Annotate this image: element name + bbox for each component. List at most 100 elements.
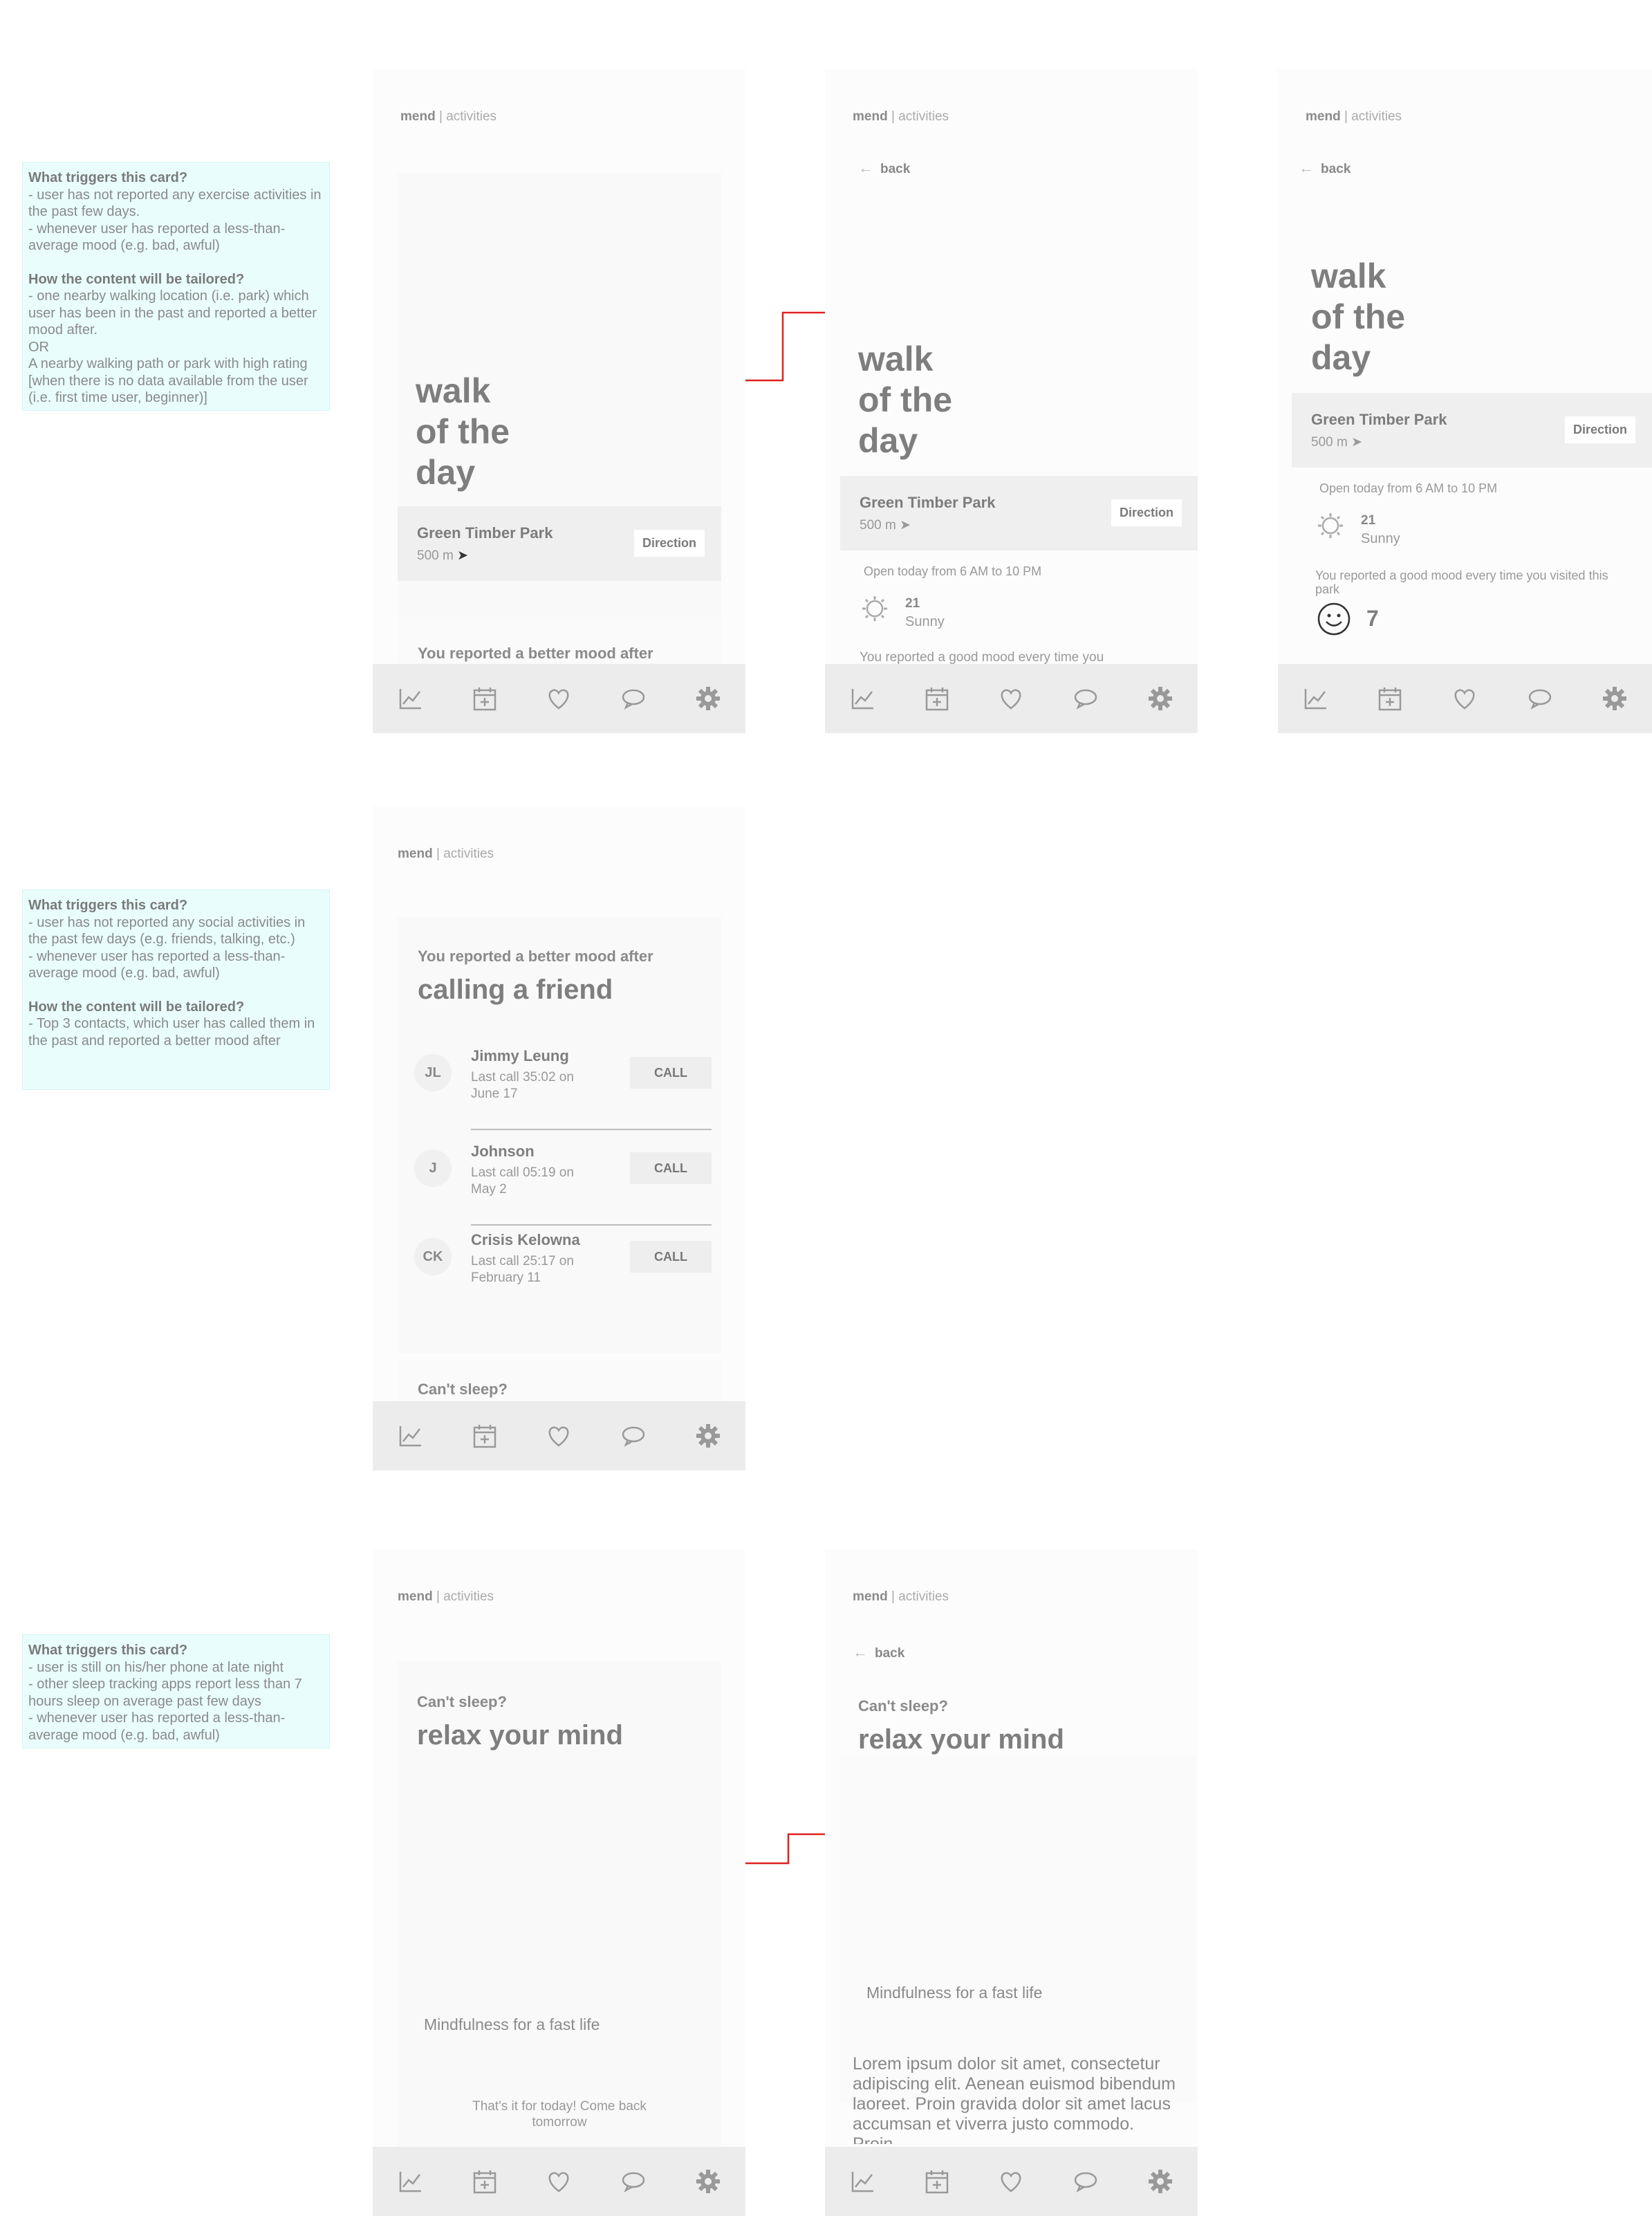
end-of-feed-message: That's it for today! Come back tomorrow (472, 2099, 647, 2130)
calendar-add-icon[interactable] (471, 1422, 499, 1450)
walk-title-line: day (858, 421, 918, 460)
park-info-bar: Green Timber Park 500 m ➤ Direction (1292, 393, 1652, 468)
app-header: mend | activities (398, 847, 494, 862)
section-label: activities (443, 847, 494, 861)
divider (471, 1129, 712, 1130)
park-hours: Open today from 6 AM to 10 PM (1319, 481, 1498, 495)
walk-title-line: of the (858, 380, 953, 419)
note-tailor-heading: How the content will be tailored? (28, 271, 245, 287)
back-button[interactable]: ← back (853, 1643, 904, 1661)
location-arrow-icon: ➤ (900, 518, 911, 533)
phone-walk-detail: mend | activities ← back walk of the day … (825, 69, 1198, 733)
calendar-add-icon[interactable] (1376, 685, 1404, 712)
chat-icon[interactable] (1072, 685, 1099, 712)
chat-icon[interactable] (1526, 685, 1554, 712)
direction-button[interactable]: Direction (1564, 416, 1635, 443)
app-header: mend | activities (853, 109, 949, 124)
settings-gear-icon[interactable] (1601, 685, 1628, 712)
chat-icon[interactable] (1072, 2168, 1099, 2195)
location-arrow-icon: ➤ (457, 548, 469, 563)
mood-history-text: You reported a good mood every time you (860, 650, 1104, 665)
brand-separator: | (1340, 109, 1352, 124)
social-subtitle: You reported a better mood after (418, 948, 653, 965)
brand-name: mend (398, 847, 433, 861)
park-hours: Open today from 6 AM to 10 PM (864, 564, 1042, 578)
chat-icon[interactable] (620, 2168, 647, 2195)
last-call-info: Last call 35:02 on June 17 (471, 1070, 574, 1101)
chat-icon[interactable] (620, 685, 647, 712)
mood-count: 7 (1366, 606, 1379, 631)
trends-icon[interactable] (396, 1422, 424, 1450)
calendar-add-icon[interactable] (923, 2168, 951, 2195)
walk-title-line: of the (416, 412, 510, 451)
next-card-peek[interactable] (398, 616, 721, 671)
park-name: Green Timber Park (860, 494, 996, 511)
article-body: Lorem ipsum dolor sit amet, consectetur … (853, 2054, 1176, 2144)
park-distance: 500 m ➤ (860, 518, 911, 533)
settings-gear-icon[interactable] (694, 685, 722, 712)
avatar: CK (414, 1238, 452, 1275)
trends-icon[interactable] (1301, 685, 1329, 712)
brand-name: mend (398, 1589, 433, 1604)
back-button[interactable]: ← back (1299, 159, 1351, 177)
note-walk-card: What triggers this card? - user has not … (22, 162, 330, 411)
sunny-weather-icon (1318, 513, 1343, 538)
note-sleep-card: What triggers this card? - user is still… (22, 1634, 330, 1748)
media-panel[interactable] (840, 1757, 1198, 2103)
brand-separator: | (432, 847, 444, 861)
walk-title-line: day (416, 453, 476, 492)
section-label: activities (898, 1589, 949, 1604)
walk-title-line: walk (858, 340, 934, 378)
back-arrow-icon: ← (858, 159, 873, 176)
app-header: mend | activities (400, 109, 496, 124)
heart-icon[interactable] (545, 2168, 573, 2195)
bottom-nav (373, 2147, 745, 2216)
settings-gear-icon[interactable] (694, 2168, 722, 2195)
bottom-nav (373, 664, 745, 733)
app-header: mend | activities (853, 1589, 949, 1605)
direction-button[interactable]: Direction (633, 530, 705, 557)
calendar-add-icon[interactable] (471, 2168, 499, 2195)
trends-icon[interactable] (396, 685, 424, 712)
section-label: activities (1351, 109, 1402, 124)
call-button[interactable]: CALL (630, 1241, 712, 1273)
heart-icon[interactable] (545, 685, 573, 712)
heart-icon[interactable] (997, 685, 1025, 712)
settings-gear-icon[interactable] (1147, 2168, 1174, 2195)
location-arrow-icon: ➤ (1351, 435, 1363, 450)
walk-title-line: walk (416, 371, 491, 410)
back-button[interactable]: ← back (858, 159, 910, 177)
brand-separator: | (435, 109, 447, 124)
sleep-title: relax your mind (417, 1720, 623, 1751)
call-button[interactable]: CALL (630, 1152, 712, 1184)
heart-icon[interactable] (545, 1422, 573, 1450)
trends-icon[interactable] (848, 2168, 876, 2195)
heart-icon[interactable] (1451, 685, 1478, 712)
note-trigger-line: - whenever user has reported a less-than… (28, 948, 286, 981)
note-tailor-line: A nearby walking path or park with high … (28, 356, 308, 405)
trends-icon[interactable] (848, 685, 876, 712)
calendar-add-icon[interactable] (471, 685, 499, 712)
phone-walk-detail-scrolled: mend | activities ← back walk of the day … (1278, 69, 1652, 733)
bottom-nav (1278, 664, 1652, 733)
divider (471, 1224, 712, 1226)
direction-button[interactable]: Direction (1111, 499, 1182, 526)
trends-icon[interactable] (396, 2168, 424, 2195)
last-call-info: Last call 25:17 on February 11 (471, 1254, 574, 1285)
avatar: JL (414, 1054, 452, 1091)
contact-row: J Johnson Last call 05:19 on May 2 CALL (414, 1143, 712, 1226)
smiley-face-icon (1317, 602, 1351, 636)
note-trigger-heading: What triggers this card? (28, 170, 188, 185)
heart-icon[interactable] (997, 2168, 1025, 2195)
walk-title: walk of the day (858, 339, 952, 461)
back-label: back (1321, 162, 1351, 176)
settings-gear-icon[interactable] (1147, 685, 1174, 712)
app-header: mend | activities (398, 1589, 494, 1605)
back-arrow-icon: ← (853, 1643, 868, 1661)
chat-icon[interactable] (620, 1422, 647, 1450)
calendar-add-icon[interactable] (923, 685, 951, 712)
call-button[interactable]: CALL (630, 1057, 712, 1089)
brand-name: mend (400, 109, 436, 124)
sleep-title: relax your mind (858, 1724, 1064, 1755)
settings-gear-icon[interactable] (694, 1422, 722, 1450)
